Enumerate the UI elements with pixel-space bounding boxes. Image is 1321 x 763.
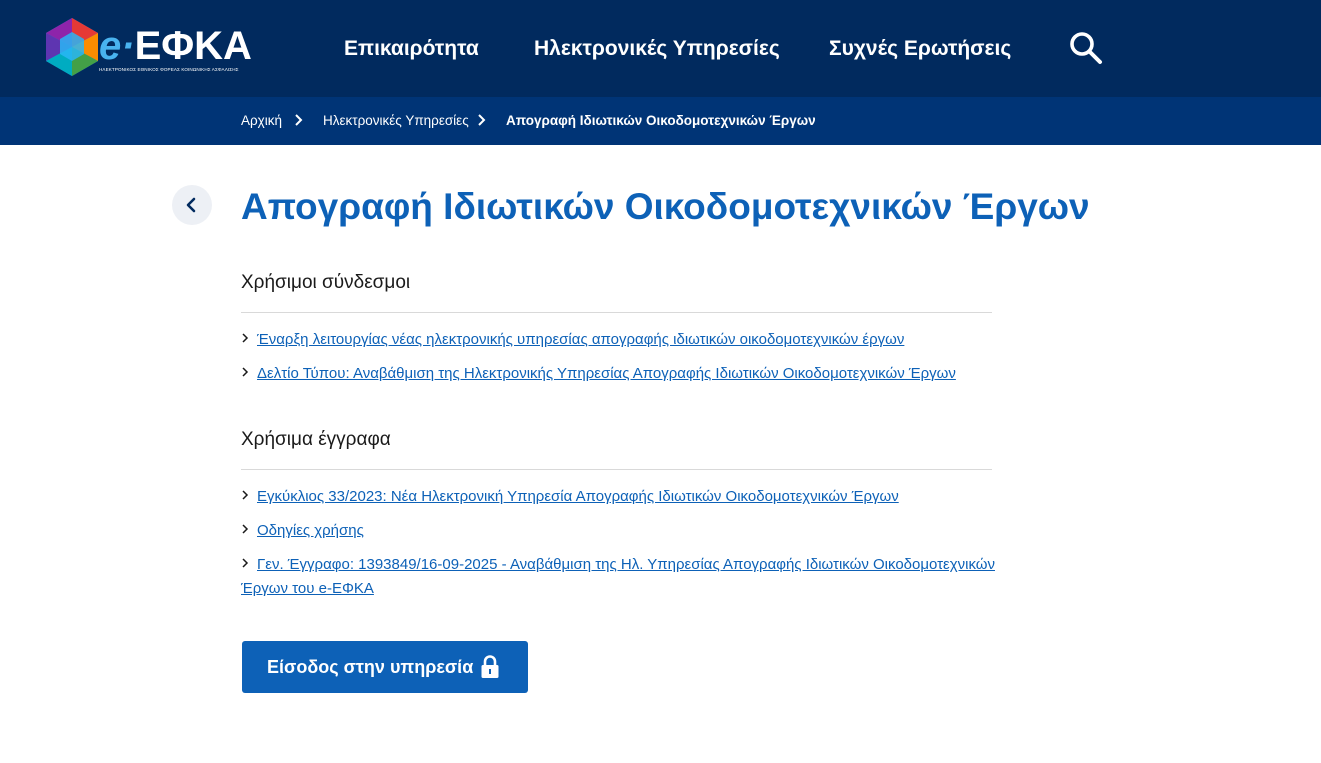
logo-subtitle: ΗΛΕΚΤΡΟΝΙΚΟΣ ΕΘΝΙΚΟΣ ΦΟΡΕΑΣ ΚΟΙΝΩΝΙΚΗΣ Α… — [99, 67, 239, 72]
nav-link-faq[interactable]: Συχνές Ερωτήσεις — [829, 36, 1011, 62]
chevron-right-icon — [242, 333, 249, 343]
chevron-right-icon — [242, 558, 249, 568]
section-title-useful-documents: Χρήσιμα έγγραφα — [241, 429, 391, 450]
chevron-right-icon — [242, 490, 249, 500]
divider — [241, 469, 992, 470]
logo-wordmark: e·ΕΦΚΑ — [99, 24, 252, 68]
breadcrumb: Αρχική Ηλεκτρονικές Υπηρεσίες Απογραφή Ι… — [0, 97, 1321, 145]
list-item: Δελτίο Τύπου: Αναβάθμιση της Ηλεκτρονική… — [241, 362, 1001, 386]
chevron-right-icon — [242, 367, 249, 377]
nav-link-e-services[interactable]: Ηλεκτρονικές Υπηρεσίες — [534, 36, 780, 62]
efka-logo[interactable]: e·ΕΦΚΑ ΗΛΕΚΤΡΟΝΙΚΟΣ ΕΘΝΙΚΟΣ ΦΟΡΕΑΣ ΚΟΙΝΩ… — [43, 16, 253, 78]
hexagon-logo-icon — [46, 18, 98, 76]
link-new-service-launch[interactable]: Έναρξη λειτουργίας νέας ηλεκτρονικής υπη… — [257, 328, 904, 352]
top-header: e·ΕΦΚΑ ΗΛΕΚΤΡΟΝΙΚΟΣ ΕΘΝΙΚΟΣ ΦΟΡΕΑΣ ΚΟΙΝΩ… — [0, 0, 1321, 97]
divider — [241, 312, 992, 313]
login-button[interactable]: Είσοδος στην υπηρεσία — [242, 641, 528, 693]
list-item: Έναρξη λειτουργίας νέας ηλεκτρονικής υπη… — [241, 328, 1001, 352]
link-general-document-line1[interactable]: Γεν. Έγγραφο: 1393849/16-09-2025 - Αναβά… — [257, 553, 995, 577]
chevron-right-icon — [478, 114, 486, 126]
chevron-right-icon — [295, 114, 303, 126]
breadcrumb-home[interactable]: Αρχική — [241, 113, 282, 129]
section-title-useful-links: Χρήσιμοι σύνδεσμοι — [241, 272, 411, 293]
nav-link-news[interactable]: Επικαιρότητα — [344, 36, 479, 62]
breadcrumb-e-services[interactable]: Ηλεκτρονικές Υπηρεσίες — [323, 113, 469, 129]
chevron-left-icon — [186, 197, 196, 213]
lock-icon — [481, 655, 499, 678]
back-button[interactable] — [172, 185, 212, 225]
search-icon[interactable] — [1068, 30, 1104, 66]
page-title: Απογραφή Ιδιωτικών Οικοδομοτεχνικών Έργω… — [241, 186, 1090, 227]
link-general-document-line2[interactable]: Έργων του e-ΕΦΚΑ — [241, 577, 374, 601]
list-item: Οδηγίες χρήσης — [241, 519, 1001, 543]
list-item: Εγκύκλιος 33/2023: Νέα Ηλεκτρονική Υπηρε… — [241, 485, 1001, 509]
link-press-release[interactable]: Δελτίο Τύπου: Αναβάθμιση της Ηλεκτρονική… — [257, 362, 956, 386]
breadcrumb-current: Απογραφή Ιδιωτικών Οικοδομοτεχνικών Έργω… — [506, 113, 816, 128]
list-item: Γεν. Έγγραφο: 1393849/16-09-2025 - Αναβά… — [241, 553, 1001, 601]
link-circular-33-2023[interactable]: Εγκύκλιος 33/2023: Νέα Ηλεκτρονική Υπηρε… — [257, 485, 899, 509]
chevron-right-icon — [242, 524, 249, 534]
link-user-guide[interactable]: Οδηγίες χρήσης — [257, 519, 364, 543]
login-button-label: Είσοδος στην υπηρεσία — [267, 657, 474, 677]
